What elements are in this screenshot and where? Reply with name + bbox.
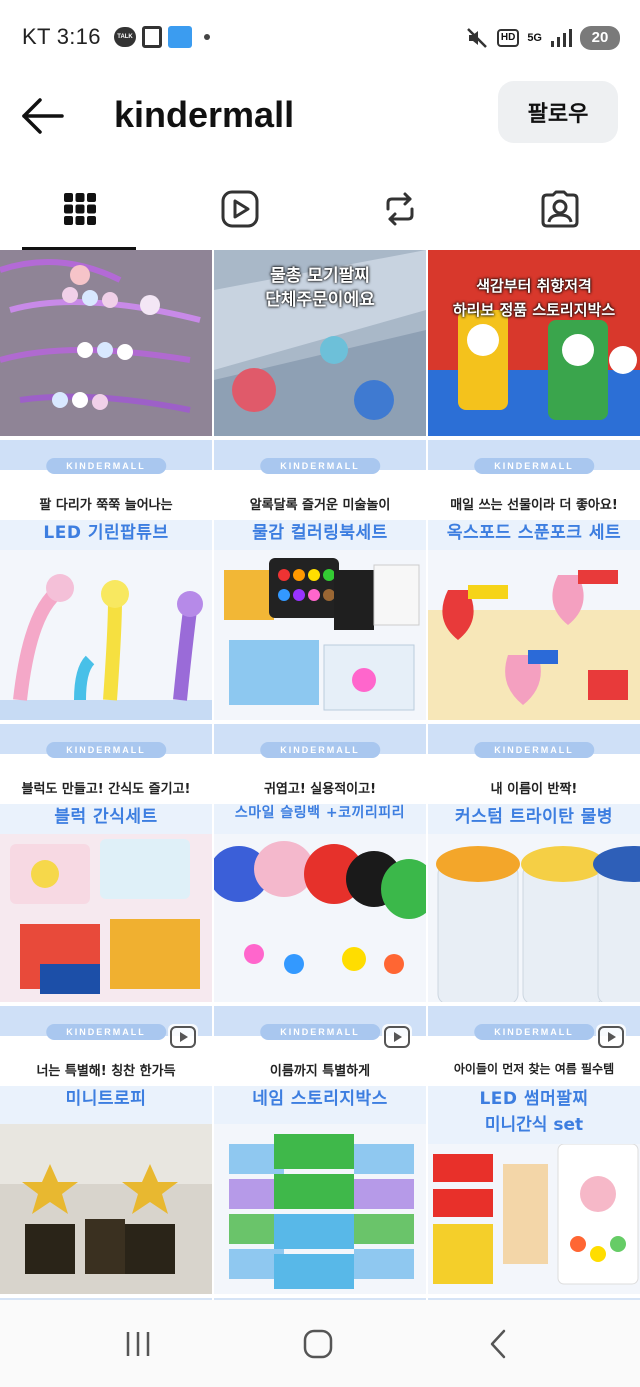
status-time: KT 3:16 xyxy=(22,24,101,49)
post-thumbnail[interactable]: KINDERMALL 팔 다리가 쭉쭉 늘어나는 LED 기린팝튜브 xyxy=(0,440,212,720)
arrow-left-icon xyxy=(22,98,64,134)
notification-icons: TALK xyxy=(114,26,210,48)
reel-icon xyxy=(382,1024,412,1050)
post-subtitle: 팔 다리가 쭉쭉 늘어나는 xyxy=(39,498,173,513)
post-subtitle: 매일 쓰는 선물이라 더 좋아요! xyxy=(450,498,618,513)
brand-badge: KINDERMALL xyxy=(474,458,594,474)
post-subtitle: 이름까지 특별하게 xyxy=(269,1064,371,1079)
tab-grid[interactable] xyxy=(0,168,160,250)
system-icons: HD 5G 20 xyxy=(465,26,620,50)
system-nav-bar xyxy=(0,1300,640,1387)
status-bar: KT 3:16 TALK HD 5G 20 xyxy=(0,0,640,76)
giraffe-toy-photo xyxy=(0,550,212,720)
post-caption-line: 단체주문이에요 xyxy=(265,290,375,310)
name-storage-box-photo xyxy=(214,1124,426,1294)
post-title: 물감 컬러링북세트 xyxy=(252,523,388,543)
post-title: 스마일 슬링백 +코끼리피리 xyxy=(234,805,406,821)
app-notification-icon xyxy=(142,26,162,48)
post-subtitle: 너는 특별해! 칭찬 한가득 xyxy=(36,1064,176,1079)
brand-badge: KINDERMALL xyxy=(46,742,166,758)
post-thumbnail[interactable]: KINDERMALL 아이들이 먼저 찾는 여름 필수템 LED 썸머팔찌 미니… xyxy=(428,1006,640,1294)
post-thumbnail[interactable]: KINDERMALL 이름까지 특별하게 네임 스토리지박스 xyxy=(214,1006,426,1294)
brand-badge: KINDERMALL xyxy=(260,458,380,474)
mute-icon xyxy=(466,28,487,48)
post-thumbnail[interactable]: KINDERMALL 귀엽고! 실용적이고! 스마일 슬링백 +코끼리피리 xyxy=(214,724,426,1002)
home-icon xyxy=(303,1329,333,1359)
post-subtitle: 내 이름이 반짝! xyxy=(490,782,578,797)
signal-icon xyxy=(551,29,572,47)
recent-apps-button[interactable] xyxy=(108,1324,168,1364)
back-button[interactable] xyxy=(18,94,66,138)
tab-reposts[interactable] xyxy=(320,168,480,250)
home-button[interactable] xyxy=(288,1324,348,1364)
brand-badge: KINDERMALL xyxy=(260,1024,380,1040)
block-snack-photo xyxy=(0,834,212,1002)
post-thumbnail[interactable] xyxy=(0,250,212,436)
post-thumbnail[interactable]: KINDERMALL 블럭도 만들고! 간식도 즐기고! 블럭 간식세트 xyxy=(0,724,212,1002)
mini-trophy-photo xyxy=(0,1124,212,1294)
recent-apps-icon xyxy=(126,1332,150,1356)
brand-badge: KINDERMALL xyxy=(46,458,166,474)
spoon-fork-photo xyxy=(428,550,640,720)
reel-icon xyxy=(168,1024,198,1050)
tab-tagged[interactable] xyxy=(480,168,640,250)
post-caption-line: 물총 모기팔찌 xyxy=(270,266,370,286)
battery-indicator: 20 xyxy=(580,26,620,50)
profile-tabs xyxy=(0,168,640,250)
post-title-line2: 미니간식 set xyxy=(484,1115,584,1135)
post-title: 옥스포드 스푼포크 세트 xyxy=(446,523,622,543)
brand-badge: KINDERMALL xyxy=(474,742,594,758)
post-title: 커스텀 트라이탄 물병 xyxy=(454,807,614,827)
post-title: LED 썸머팔찌 xyxy=(479,1089,589,1109)
reel-icon xyxy=(596,1024,626,1050)
bank-app-icon xyxy=(168,26,192,48)
chevron-left-icon xyxy=(490,1329,506,1359)
post-caption-line: 색감부터 취향저격 xyxy=(476,277,592,295)
summer-bracelet-photo xyxy=(428,1144,640,1294)
post-thumbnail[interactable]: 물총 모기팔찌 단체주문이에요 xyxy=(214,250,426,436)
post-thumbnail[interactable]: 색감부터 취향저격 하리보 정품 스토리지박스 xyxy=(428,250,640,436)
post-title: 블럭 간식세트 xyxy=(54,807,158,827)
brand-badge: KINDERMALL xyxy=(260,742,380,758)
follow-button[interactable]: 팔로우 xyxy=(498,81,618,143)
post-thumbnail[interactable]: KINDERMALL 알록달록 즐거운 미술놀이 물감 컬러링북세트 xyxy=(214,440,426,720)
network-type-icon: 5G xyxy=(527,32,542,44)
repost-icon xyxy=(386,192,414,226)
post-thumbnail[interactable]: KINDERMALL 매일 쓰는 선물이라 더 좋아요! 옥스포드 스푼포크 세… xyxy=(428,440,640,720)
profile-header: kindermall 팔로우 xyxy=(0,76,640,156)
grid-icon xyxy=(64,193,96,225)
coloring-book-photo xyxy=(214,550,426,720)
post-caption-line: 하리보 정품 스토리지박스 xyxy=(452,301,616,319)
post-thumbnail[interactable]: KINDERMALL 내 이름이 반짝! 커스텀 트라이탄 물병 xyxy=(428,724,640,1002)
post-title: 미니트로피 xyxy=(65,1089,147,1109)
page-title: kindermall xyxy=(114,94,295,135)
brand-badge: KINDERMALL xyxy=(474,1024,594,1040)
back-nav-button[interactable] xyxy=(468,1324,528,1364)
brand-badge: KINDERMALL xyxy=(46,1024,166,1040)
post-title: LED 기린팝튜브 xyxy=(43,523,169,543)
post-subtitle: 알록달록 즐거운 미술놀이 xyxy=(249,498,391,513)
tagged-icon xyxy=(541,190,579,228)
sling-bag-photo xyxy=(214,834,426,1002)
hd-voice-icon: HD xyxy=(496,29,520,47)
reels-icon xyxy=(221,190,259,228)
post-thumbnail[interactable]: KINDERMALL 너는 특별해! 칭찬 한가득 미니트로피 xyxy=(0,1006,212,1294)
post-subtitle: 아이들이 먼저 찾는 여름 필수템 xyxy=(453,1062,615,1076)
post-subtitle: 블럭도 만들고! 간식도 즐기고! xyxy=(21,782,191,797)
post-subtitle: 귀엽고! 실용적이고! xyxy=(263,782,377,797)
bracelet-photo xyxy=(0,250,212,436)
water-bottle-photo xyxy=(428,834,640,1002)
more-notifications-icon xyxy=(204,34,210,40)
tab-reels[interactable] xyxy=(160,168,320,250)
post-title: 네임 스토리지박스 xyxy=(252,1089,388,1109)
talk-icon: TALK xyxy=(114,27,136,47)
